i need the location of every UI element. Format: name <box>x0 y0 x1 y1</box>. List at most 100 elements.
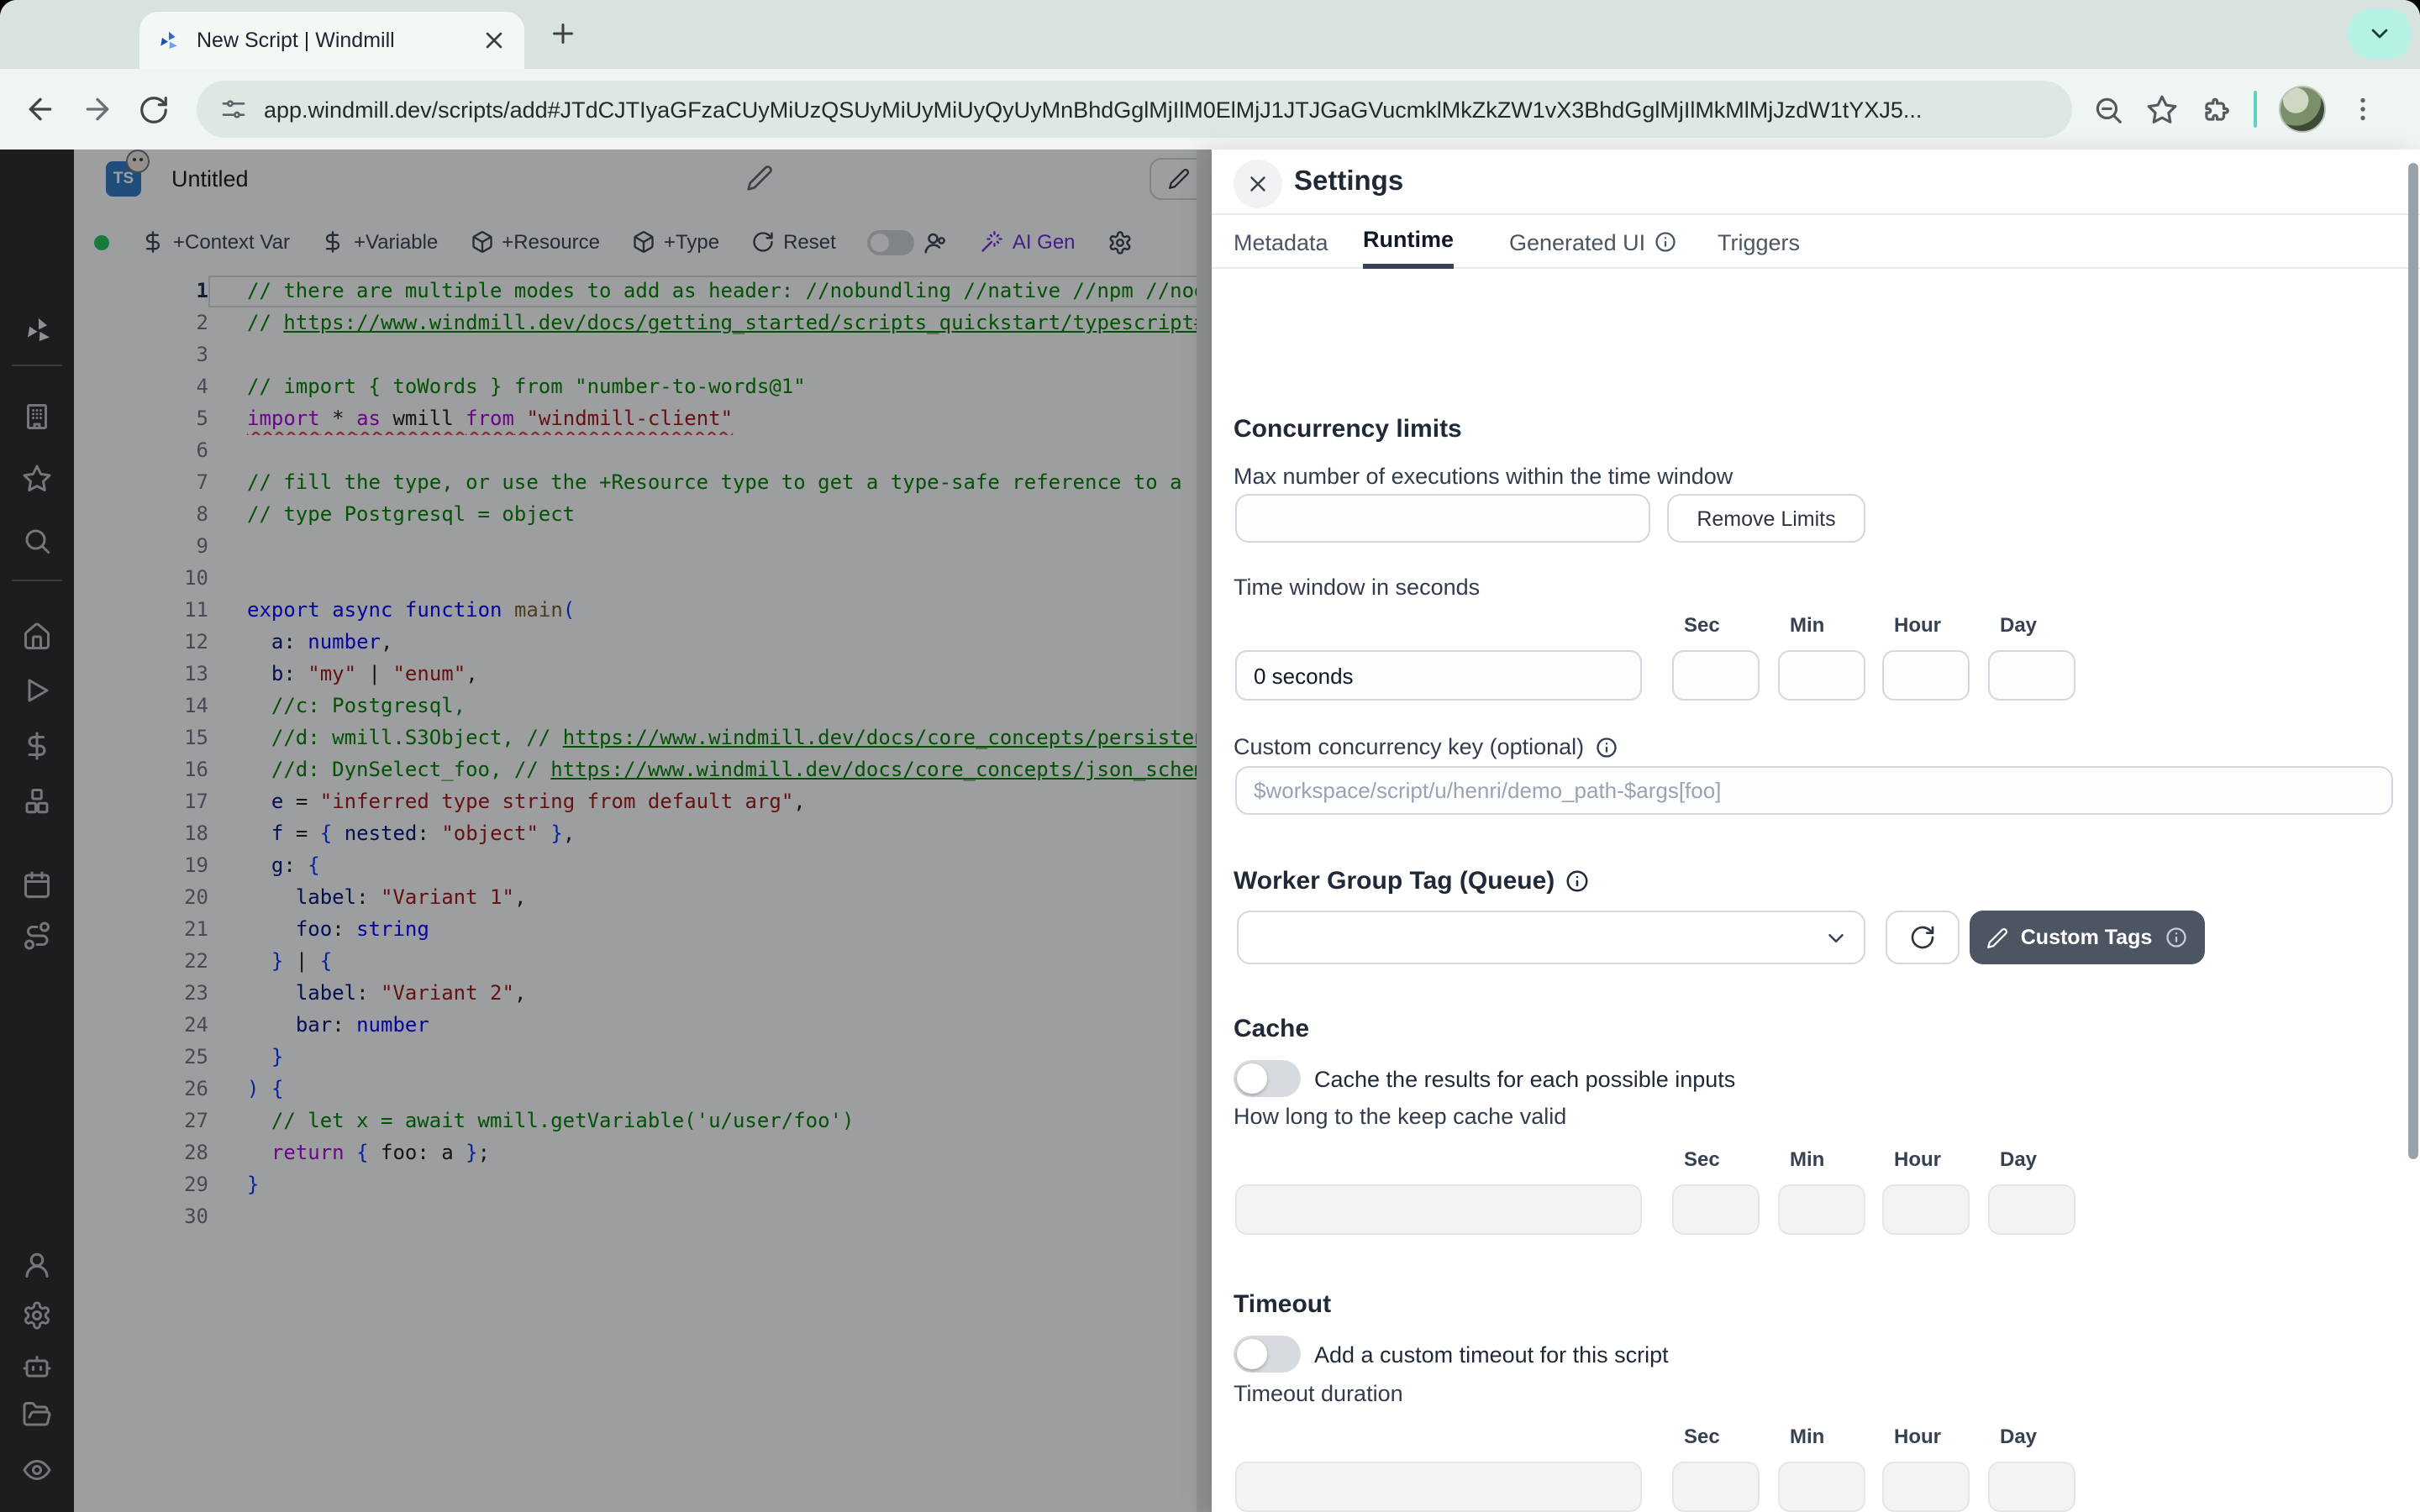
new-tab-icon[interactable] <box>548 18 578 49</box>
tab-title: New Script | Windmill <box>197 29 481 52</box>
reload-icon[interactable] <box>138 93 170 125</box>
tab-close-icon[interactable] <box>481 27 508 54</box>
tab-generated-ui[interactable]: Generated UI <box>1509 215 1677 269</box>
unit-input-min[interactable] <box>1778 650 1865 701</box>
unit-input-hour <box>1882 1462 1970 1512</box>
custom-tags-button[interactable]: Custom Tags <box>1970 911 2205 964</box>
url-text[interactable]: app.windmill.dev/scripts/add#JTdCJTIyaGF… <box>264 97 2049 122</box>
unit-label-day: Day <box>2000 1147 2037 1171</box>
windmill-app: TS Untitled Pa +Context Var +Va <box>0 150 2420 1512</box>
cache-heading: Cache <box>1234 1015 1309 1043</box>
browser-toolbar: app.windmill.dev/scripts/add#JTdCJTIyaGF… <box>0 69 2420 150</box>
settings-drawer: Settings Metadata Runtime Generated UI T… <box>1212 150 2420 1512</box>
info-icon <box>1654 230 1677 254</box>
unit-input-day[interactable] <box>1988 650 2075 701</box>
timeout-toggle-label: Add a custom timeout for this script <box>1314 1342 1669 1368</box>
worker-group-heading: Worker Group Tag (Queue) <box>1234 867 1590 895</box>
windmill-favicon <box>156 28 182 53</box>
home-icon[interactable] <box>22 622 52 652</box>
user-icon[interactable] <box>22 1250 52 1280</box>
drawer-scrollbar[interactable] <box>2408 163 2418 1159</box>
tab-metadata[interactable]: Metadata <box>1234 215 1328 269</box>
folder-open-icon[interactable] <box>22 1399 52 1430</box>
back-icon[interactable] <box>24 92 57 126</box>
url-bar[interactable]: app.windmill.dev/scripts/add#JTdCJTIyaGF… <box>197 81 2072 138</box>
close-button[interactable] <box>1234 160 1282 208</box>
unit-input-min <box>1778 1184 1865 1235</box>
building-icon[interactable] <box>22 402 52 432</box>
search-icon[interactable] <box>22 526 52 556</box>
timeout-duration-input <box>1235 1462 1642 1512</box>
chevron-down-icon <box>1823 926 1849 951</box>
schedules-calendar-icon[interactable] <box>22 870 52 900</box>
unit-input-sec <box>1672 1462 1760 1512</box>
unit-label-hour: Hour <box>1894 613 1941 637</box>
unit-label-min: Min <box>1790 1147 1824 1171</box>
extensions-icon[interactable] <box>2200 93 2232 125</box>
cache-toggle[interactable] <box>1234 1060 1301 1097</box>
refresh-tags-button[interactable] <box>1886 911 1960 964</box>
drawer-title: Settings <box>1294 166 1403 198</box>
tab-triggers[interactable]: Triggers <box>1718 215 1800 269</box>
unit-label-min: Min <box>1790 1425 1824 1448</box>
max-executions-input[interactable] <box>1235 494 1650 543</box>
divider <box>12 580 62 581</box>
cache-duration-input <box>1235 1184 1642 1235</box>
cache-duration-label: How long to the keep cache valid <box>1234 1104 1566 1129</box>
zoom-out-icon[interactable] <box>2092 93 2124 125</box>
remove-limits-button[interactable]: Remove Limits <box>1667 494 1865 543</box>
runs-play-icon[interactable] <box>22 675 52 706</box>
bot-icon[interactable] <box>22 1351 52 1381</box>
max-executions-label: Max number of executions within the time… <box>1234 464 1733 489</box>
bookmark-star-icon[interactable] <box>2146 93 2178 125</box>
unit-input-min <box>1778 1462 1865 1512</box>
windmill-logo[interactable] <box>22 314 55 348</box>
variables-dollar-icon[interactable] <box>22 731 52 761</box>
concurrency-heading: Concurrency limits <box>1234 415 1462 444</box>
cache-toggle-label: Cache the results for each possible inpu… <box>1314 1067 1735 1092</box>
info-icon <box>1565 869 1590 894</box>
tab-runtime[interactable]: Runtime <box>1363 215 1454 269</box>
left-sidebar <box>0 150 74 1512</box>
time-window-label: Time window in seconds <box>1234 575 1480 600</box>
flows-route-icon[interactable] <box>22 921 52 951</box>
tab-search-chevron-button[interactable] <box>2348 8 2412 59</box>
forward-icon[interactable] <box>81 92 114 126</box>
toolbar-right <box>2092 86 2378 133</box>
divider <box>12 365 62 366</box>
close-icon <box>1245 171 1270 197</box>
star-icon[interactable] <box>22 464 52 494</box>
timeout-duration-label: Timeout duration <box>1234 1381 1403 1406</box>
worker-tag-select[interactable] <box>1237 911 1865 964</box>
timeout-toggle[interactable] <box>1234 1336 1301 1373</box>
chevron-down-icon <box>2366 20 2393 47</box>
unit-input-hour[interactable] <box>1882 650 1970 701</box>
custom-key-input[interactable] <box>1235 766 2393 815</box>
info-icon <box>2164 926 2187 949</box>
resources-boxes-icon[interactable] <box>22 786 52 816</box>
profile-avatar[interactable] <box>2279 86 2326 133</box>
unit-input-sec[interactable] <box>1672 650 1760 701</box>
eye-icon[interactable] <box>22 1455 52 1485</box>
unit-input-day <box>1988 1462 2075 1512</box>
gear-icon[interactable] <box>22 1300 52 1331</box>
info-icon <box>1594 735 1618 759</box>
browser-window: New Script | Windmill app.windmill.dev/s… <box>0 0 2420 1512</box>
settings-tabs: Metadata Runtime Generated UI Triggers <box>1212 213 2420 269</box>
unit-label-day: Day <box>2000 613 2037 637</box>
runtime-settings-content: Concurrency limits Max number of executi… <box>1212 269 2420 1512</box>
unit-label-sec: Sec <box>1684 1147 1720 1171</box>
custom-key-label: Custom concurrency key (optional) <box>1234 734 1618 759</box>
modal-overlay[interactable] <box>74 150 1212 1512</box>
unit-input-hour <box>1882 1184 1970 1235</box>
unit-label-day: Day <box>2000 1425 2037 1448</box>
unit-label-sec: Sec <box>1684 1425 1720 1448</box>
time-window-value-input[interactable] <box>1235 650 1642 701</box>
tab-strip: New Script | Windmill <box>0 0 2420 69</box>
kebab-menu-icon[interactable] <box>2348 94 2378 124</box>
time-window-units: SecMinHourDay <box>1235 613 2395 701</box>
unit-label-sec: Sec <box>1684 613 1720 637</box>
browser-tab[interactable]: New Script | Windmill <box>139 12 524 69</box>
tune-icon[interactable] <box>220 96 247 123</box>
unit-label-hour: Hour <box>1894 1425 1941 1448</box>
